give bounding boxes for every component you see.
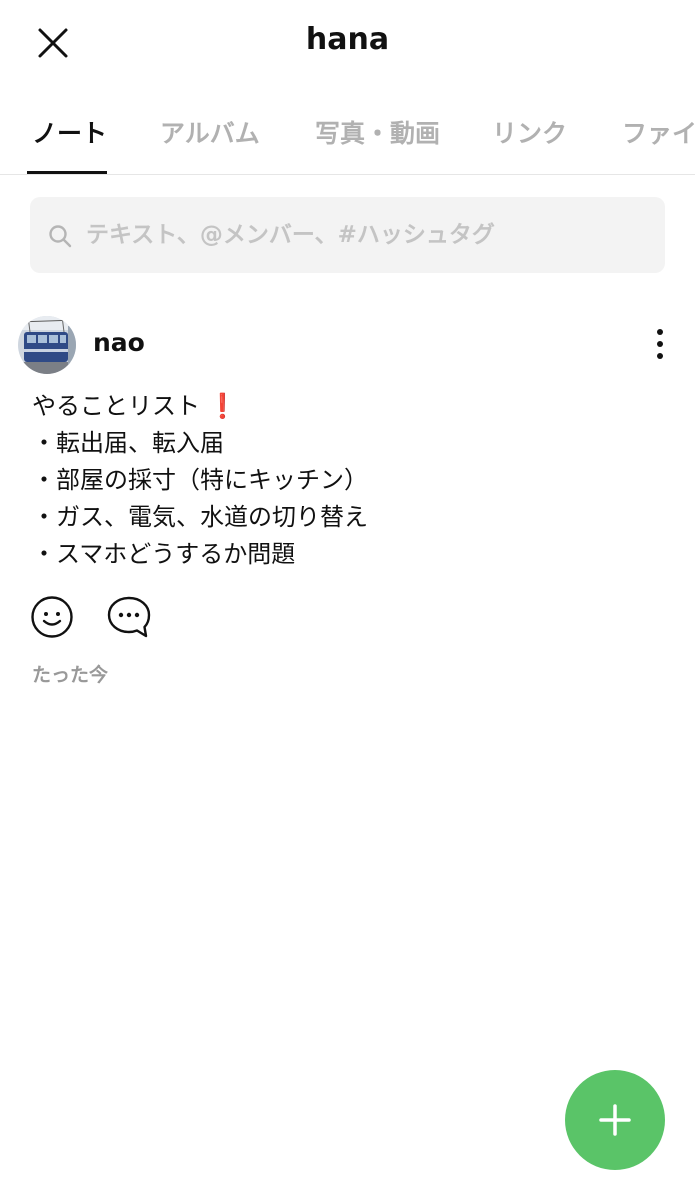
- add-post-button[interactable]: [565, 1070, 665, 1170]
- active-tab-indicator: [27, 171, 107, 174]
- avatar[interactable]: [18, 316, 76, 374]
- more-vertical-icon: [657, 329, 663, 359]
- post-line: ・転出届、転入届: [32, 429, 224, 457]
- plus-icon: [599, 1104, 631, 1136]
- page-title: hana: [305, 22, 390, 57]
- smiley-icon: [31, 596, 73, 638]
- post-content: やることリスト ❗ ・転出届、転入届 ・部屋の採寸（特にキッチン） ・ガス、電気…: [32, 388, 672, 573]
- search-bar[interactable]: [30, 197, 665, 273]
- tab-bar: ノート アルバム 写真・動画 リンク ファイル: [0, 96, 695, 175]
- header: hana: [0, 0, 695, 84]
- train-photo-avatar: [18, 316, 76, 374]
- reaction-button[interactable]: [30, 595, 74, 639]
- comment-button[interactable]: [106, 595, 152, 639]
- post-line: ・スマホどうするか問題: [32, 540, 296, 568]
- post-title-text: やることリスト: [32, 392, 200, 420]
- search-input[interactable]: [86, 197, 646, 273]
- exclamation-emoji: ❗: [207, 392, 238, 420]
- author-name[interactable]: nao: [93, 328, 145, 357]
- post-timestamp: たった今: [32, 664, 109, 686]
- post-line: ・ガス、電気、水道の切り替え: [32, 503, 368, 531]
- tab-notes[interactable]: ノート: [32, 114, 107, 150]
- post-line: ・部屋の採寸（特にキッチン）: [32, 466, 368, 494]
- tab-files[interactable]: ファイル: [622, 114, 695, 150]
- post-title-line: やることリスト ❗: [32, 388, 672, 425]
- tab-albums[interactable]: アルバム: [160, 114, 260, 150]
- more-options-button[interactable]: [645, 326, 675, 362]
- comment-bubble-icon: [107, 596, 151, 638]
- tab-photos-videos[interactable]: 写真・動画: [315, 114, 440, 150]
- search-icon: [49, 225, 72, 248]
- tab-links[interactable]: リンク: [492, 114, 567, 150]
